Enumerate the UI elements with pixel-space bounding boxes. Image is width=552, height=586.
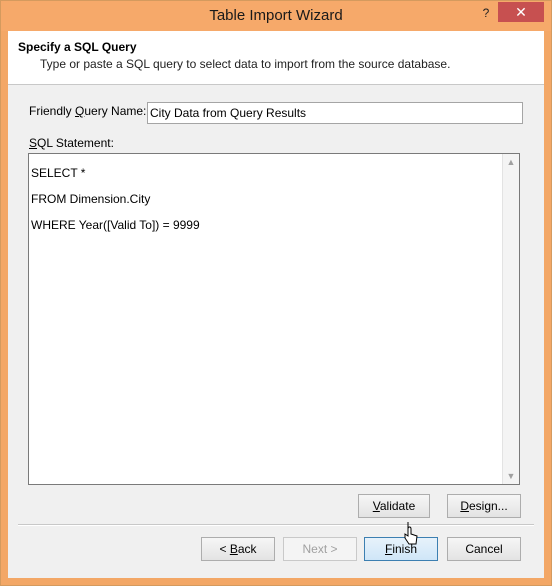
back-button[interactable]: < Back [201,537,275,561]
close-button[interactable]: ✕ [498,2,544,22]
mouse-pointer-icon [404,522,418,545]
title-bar[interactable]: Table Import Wizard ? ✕ [1,1,551,31]
page-subtitle: Type or paste a SQL query to select data… [40,57,451,71]
sql-statement-label: SQL Statement: [29,136,114,150]
sql-line: SELECT * [31,166,86,180]
friendly-query-name-input[interactable] [147,102,523,124]
cancel-button[interactable]: Cancel [447,537,521,561]
friendly-label-post: uery Name: [84,104,147,118]
wizard-header: Specify a SQL Query Type or paste a SQL … [8,31,544,85]
sql-text: SELECT * FROM Dimension.City WHERE Year([V… [31,160,200,238]
sql-label-post: QL Statement: [37,136,114,150]
design-rest: esign... [468,499,508,513]
finish-button[interactable]: Finish [364,537,438,561]
dialog-client-area: Specify a SQL Query Type or paste a SQL … [8,31,544,578]
scroll-down-arrow-icon[interactable]: ▼ [503,468,519,484]
friendly-label-pre: Friendly [29,104,76,118]
design-mnemonic: D [460,499,469,513]
next-button[interactable]: Next > [283,537,357,561]
window-title: Table Import Wizard [209,7,343,24]
button-separator [18,524,534,526]
back-rest: ack [237,542,257,556]
sql-vertical-scrollbar[interactable]: ▲ ▼ [502,154,519,484]
wizard-window: Table Import Wizard ? ✕ Specify a SQL Qu… [0,0,552,586]
friendly-label-mnemonic: Q [75,104,85,118]
design-button[interactable]: Design... [447,494,521,518]
sql-label-mnemonic: S [29,136,38,150]
validate-button[interactable]: Validate [358,494,430,518]
page-title: Specify a SQL Query [18,40,137,54]
sql-statement-editor[interactable]: SELECT * FROM Dimension.City WHERE Year([V… [28,153,520,485]
sql-line: FROM Dimension.City [31,192,151,206]
back-prefix: < [219,542,230,556]
help-button[interactable]: ? [475,3,497,23]
validate-rest: alidate [379,499,416,513]
close-icon: ✕ [515,4,527,20]
back-mnemonic: B [229,542,238,556]
validate-mnemonic: V [372,499,380,513]
friendly-query-name-label: Friendly Query Name: [29,104,146,118]
scroll-up-arrow-icon[interactable]: ▲ [503,154,519,170]
sql-line: WHERE Year([Valid To]) = 9999 [31,218,200,232]
